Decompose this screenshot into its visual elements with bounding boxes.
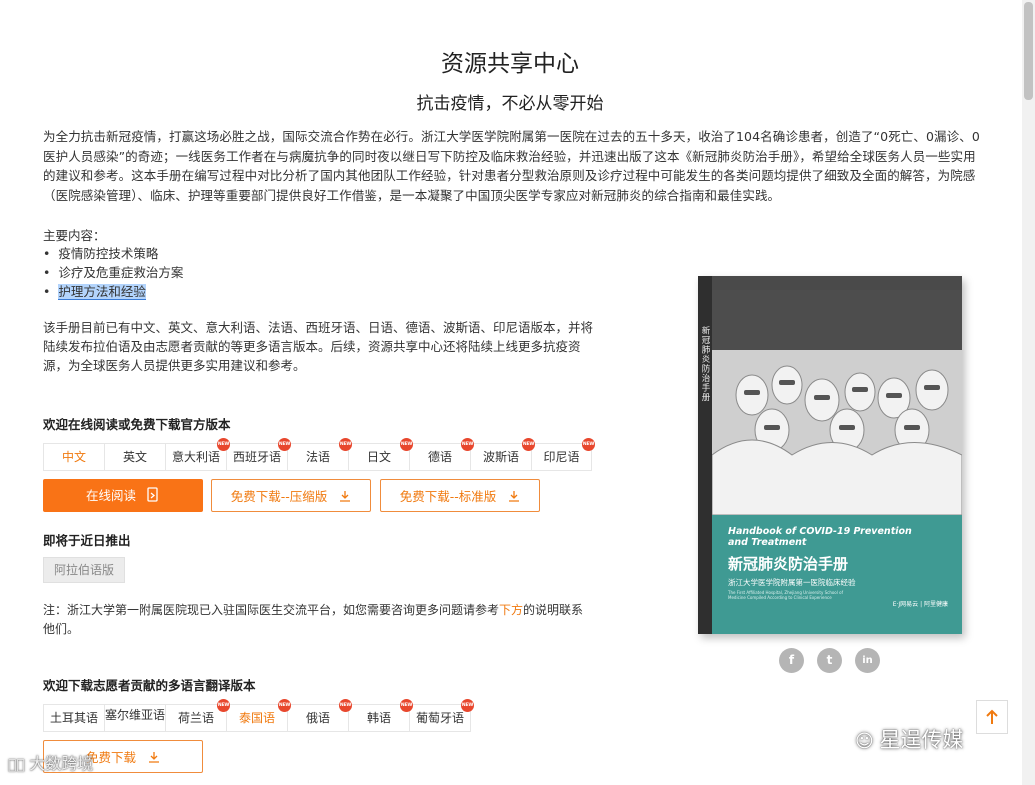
linkedin-icon[interactable]: in [855,648,880,673]
book-chinese-title: 新冠肺炎防治手册 [728,555,849,573]
below-link[interactable]: 下方 [499,603,523,617]
medical-staff-photo [712,290,962,515]
volunteer-section-title: 欢迎下载志愿者贡献的多语言翻译版本 [43,678,256,693]
official-language-tabs: 中文 英文 意大利语 NEW 西班牙语 NEW 法语 NEW 日文 NEW 德语 NEW … [43,438,595,471]
scrollbar-track[interactable] [1022,0,1035,785]
page-title: 资源共享中心 [441,51,579,77]
scrollbar-thumb[interactable] [1024,2,1033,100]
official-section-title: 欢迎在线阅读或免费下载官方版本 [43,417,231,432]
lang-tab[interactable]: 日文 NEW [349,438,413,470]
lang-tab[interactable]: 土耳其语 [44,705,105,731]
publisher-logos: E·J网易云 | 阿里健康 [892,601,948,608]
facebook-icon[interactable]: f [779,648,804,673]
book-subtitle: 浙江大学医学院附属第一医院临床经验 [728,578,856,587]
book-english-title: Handbook of COVID-19 Prevention and Trea… [728,526,912,548]
volunteer-language-tabs: 土耳其语 塞尔维亚语 荷兰语 NEW 泰国语 NEW 俄语 NEW 韩语 NEW 葡萄牙… [43,699,474,732]
book-english-subtitle: The First Affiliated Hospital, Zhejiang … [728,590,843,600]
new-badge: NEW [582,438,595,451]
lang-tab[interactable]: 俄语 NEW [288,699,352,731]
watermark-logo-icon: ⓒ᭄ [8,757,30,773]
lang-tab[interactable]: 法语 NEW [288,438,352,470]
lang-tab[interactable]: 英文 [105,444,166,470]
arabic-version-label: 阿拉伯语版 [43,557,126,583]
arrow-up-icon [986,709,998,724]
lang-tab[interactable]: 西班牙语 NEW [227,438,291,470]
book-cover-image: 新冠肺炎防治手册 Handbook of COVID-19 Prevention… [698,276,962,634]
lang-tab[interactable]: 塞尔维亚语 [105,705,166,731]
spine-title: 新冠肺炎防治手册 [700,326,710,402]
download-icon [149,752,159,763]
watermark-left: ⓒ᭄ 大数跨境 [8,754,94,773]
read-online-button[interactable]: 在线阅读 [43,479,203,512]
page-subtitle: 抗击疫情，不必从零开始 [416,94,604,114]
mobile-reader-icon [147,487,158,502]
list-item: 疫情防控技术策略 [43,244,183,263]
watermark-right: ☺ 星逞传媒 [855,728,964,752]
wechat-icon: ☺ [855,731,880,752]
lang-tab[interactable]: 葡萄牙语 NEW [410,699,474,731]
lang-tab[interactable]: 波斯语 NEW [471,438,535,470]
coming-soon-title: 即将于近日推出 [43,533,131,548]
intro-paragraph: 为全力抗击新冠疫情，打赢这场必胜之战，国际交流合作势在必行。浙江大学医学院附属第… [43,129,980,203]
scroll-to-top-button[interactable] [976,700,1008,734]
list-item: 诊疗及危重症救治方案 [43,263,183,282]
main-content-title: 主要内容： [43,228,106,243]
twitter-icon[interactable]: t [817,648,842,673]
download-standard-button[interactable]: 免费下载--标准版 [380,479,540,512]
book-spine: 新冠肺炎防治手册 [698,276,712,634]
main-content-list: 疫情防控技术策略 诊疗及危重症救治方案 护理方法和经验 [43,244,183,302]
download-compressed-button[interactable]: 免费下载--压缩版 [211,479,371,512]
download-icon [340,491,351,502]
list-item: 护理方法和经验 [43,282,183,301]
lang-tab[interactable]: 德语 NEW [410,438,474,470]
lang-tab[interactable]: 韩语 NEW [349,699,413,731]
selected-text: 护理方法和经验 [58,284,146,301]
contact-note: 注：浙江大学第一附属医院现已入驻国际医生交流平台，如您需要咨询更多问题请参考下方… [43,603,584,636]
new-badge: NEW [461,699,474,712]
cover-title-band: Handbook of COVID-19 Prevention and Trea… [712,515,962,634]
languages-paragraph: 该手册目前已有中文、英文、意大利语、法语、西班牙语、日语、德语、波斯语、印尼语版… [43,320,594,374]
lang-tab[interactable]: 泰国语 NEW [227,699,291,731]
lang-tab[interactable]: 荷兰语 NEW [166,699,230,731]
lang-tab[interactable]: 中文 [44,444,105,470]
lang-tab[interactable]: 意大利语 NEW [166,438,230,470]
download-icon [509,491,520,502]
lang-tab[interactable]: 印尼语 NEW [532,438,595,470]
